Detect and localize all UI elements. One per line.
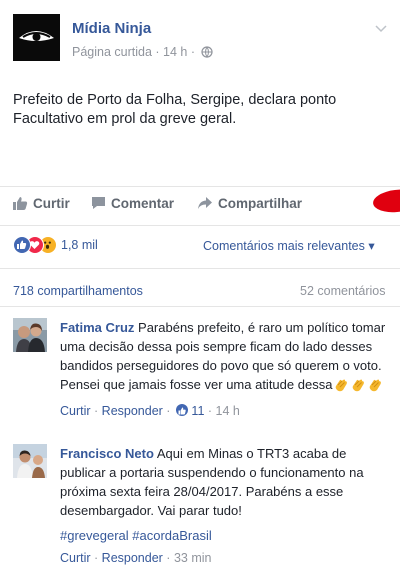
comment-timestamp[interactable]: 33 min <box>174 551 212 565</box>
like-reaction-icon[interactable] <box>13 236 31 254</box>
page-avatar[interactable] <box>13 14 60 61</box>
clapping-hands-icon <box>350 377 366 398</box>
share-arrow-icon <box>198 197 212 209</box>
comment-icon <box>92 197 105 209</box>
comment-label: Comentar <box>111 196 175 211</box>
separator-dot: · <box>90 404 102 418</box>
comment-timestamp[interactable]: 14 h <box>216 404 240 418</box>
divider <box>0 268 400 269</box>
commenter-name[interactable]: Fatima Cruz <box>60 320 134 335</box>
post-meta-text: Página curtida · 14 h · <box>72 45 195 59</box>
commenter-name[interactable]: Francisco Neto <box>60 446 154 461</box>
comment-hashtags[interactable]: #grevegeral #acordaBrasil <box>60 526 390 545</box>
share-label: Compartilhar <box>218 196 303 211</box>
thumbs-up-icon <box>13 197 28 210</box>
chevron-down-icon[interactable] <box>375 20 387 38</box>
separator-dot: · <box>162 551 174 565</box>
separator-dot: · <box>204 404 216 418</box>
comment-button[interactable]: Comentar <box>91 196 174 211</box>
comment-actions: Curtir · Responder · 33 min <box>60 549 390 568</box>
globe-icon <box>201 46 214 61</box>
comment-like-link[interactable]: Curtir <box>60 404 91 418</box>
comment-body: Francisco Neto Aqui em Minas o TRT3 acab… <box>60 444 390 568</box>
reaction-count[interactable]: 1,8 mil <box>61 238 98 252</box>
page-name[interactable]: Mídia Ninja <box>72 20 151 37</box>
chevron-down-icon: ▾ <box>368 239 375 253</box>
clapping-hands-icon <box>367 377 383 398</box>
comment-body: Fatima Cruz Parabéns prefeito, é raro um… <box>60 318 390 421</box>
divider <box>0 186 400 187</box>
commenter-avatar[interactable] <box>13 444 47 478</box>
shares-count-link[interactable]: 718 compartilhamentos <box>13 284 143 298</box>
reactions-row: 1,8 mil Comentários mais relevantes ▾ <box>13 236 400 256</box>
comment-like-link[interactable]: Curtir <box>60 551 91 565</box>
post-meta: Página curtida · 14 h · <box>72 45 214 61</box>
like-label: Curtir <box>33 196 70 211</box>
comment-sort-dropdown[interactable]: Comentários mais relevantes ▾ <box>203 238 375 253</box>
like-button[interactable]: Curtir <box>13 196 70 211</box>
comments-count-link[interactable]: 52 comentários <box>300 284 385 298</box>
comment-reply-link[interactable]: Responder <box>102 551 163 565</box>
post-header: Mídia Ninja Página curtida · 14 h · <box>13 14 393 64</box>
post-action-bar: Curtir Comentar Compartilhar <box>13 187 400 218</box>
red-scribble-mark <box>371 187 400 215</box>
divider <box>0 306 400 307</box>
share-button[interactable]: Compartilhar <box>197 196 302 211</box>
separator-dot: · <box>162 404 174 418</box>
comment-actions: Curtir · Responder · 11 · 14 h <box>60 402 390 421</box>
separator-dot: · <box>90 551 102 565</box>
clapping-hands-icon <box>333 377 349 398</box>
post-text: Prefeito de Porto da Folha, Sergipe, dec… <box>13 92 337 127</box>
comment-like-count[interactable]: 11 <box>191 404 204 418</box>
commenter-avatar[interactable] <box>13 318 47 352</box>
comment-sort-label: Comentários mais relevantes <box>203 239 365 253</box>
comment-reply-link[interactable]: Responder <box>102 404 163 418</box>
like-badge-icon[interactable] <box>175 404 188 416</box>
divider <box>0 225 400 226</box>
